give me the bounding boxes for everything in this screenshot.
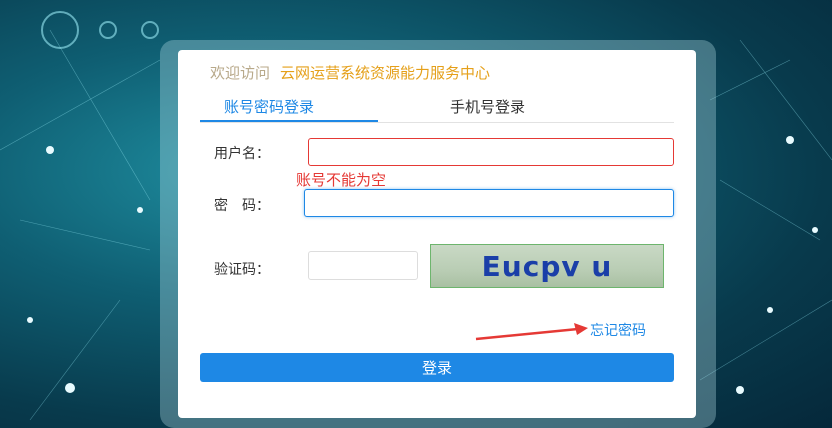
password-label: 密 码： bbox=[214, 198, 270, 214]
login-card: 欢迎访问 云网运营系统资源能力服务中心 账号密码登录 手机号登录 用户名： 账号不… bbox=[178, 50, 696, 418]
captcha-input[interactable] bbox=[308, 251, 418, 280]
arrow-pointer-icon bbox=[475, 323, 588, 341]
login-button[interactable]: 登录 bbox=[200, 353, 674, 382]
system-title: 云网运营系统资源能力服务中心 bbox=[280, 64, 491, 82]
tab-phone-login[interactable]: 手机号登录 bbox=[450, 96, 525, 117]
captcha-image[interactable]: Eucpv u bbox=[430, 244, 664, 288]
password-input[interactable] bbox=[304, 189, 674, 217]
captcha-text: Eucpv u bbox=[481, 249, 613, 283]
captcha-label: 验证码： bbox=[214, 262, 270, 278]
welcome-text: 欢迎访问 bbox=[210, 64, 271, 82]
username-input[interactable] bbox=[308, 138, 674, 166]
tab-account-password[interactable]: 账号密码登录 bbox=[224, 96, 314, 117]
active-tab-indicator bbox=[200, 120, 378, 122]
login-tabs: 账号密码登录 手机号登录 bbox=[200, 88, 674, 123]
page-header: 欢迎访问 云网运营系统资源能力服务中心 bbox=[210, 62, 490, 83]
forgot-password-link[interactable]: 忘记密码 bbox=[590, 320, 646, 340]
username-label: 用户名： bbox=[214, 146, 270, 162]
username-error: 账号不能为空 bbox=[296, 171, 387, 189]
